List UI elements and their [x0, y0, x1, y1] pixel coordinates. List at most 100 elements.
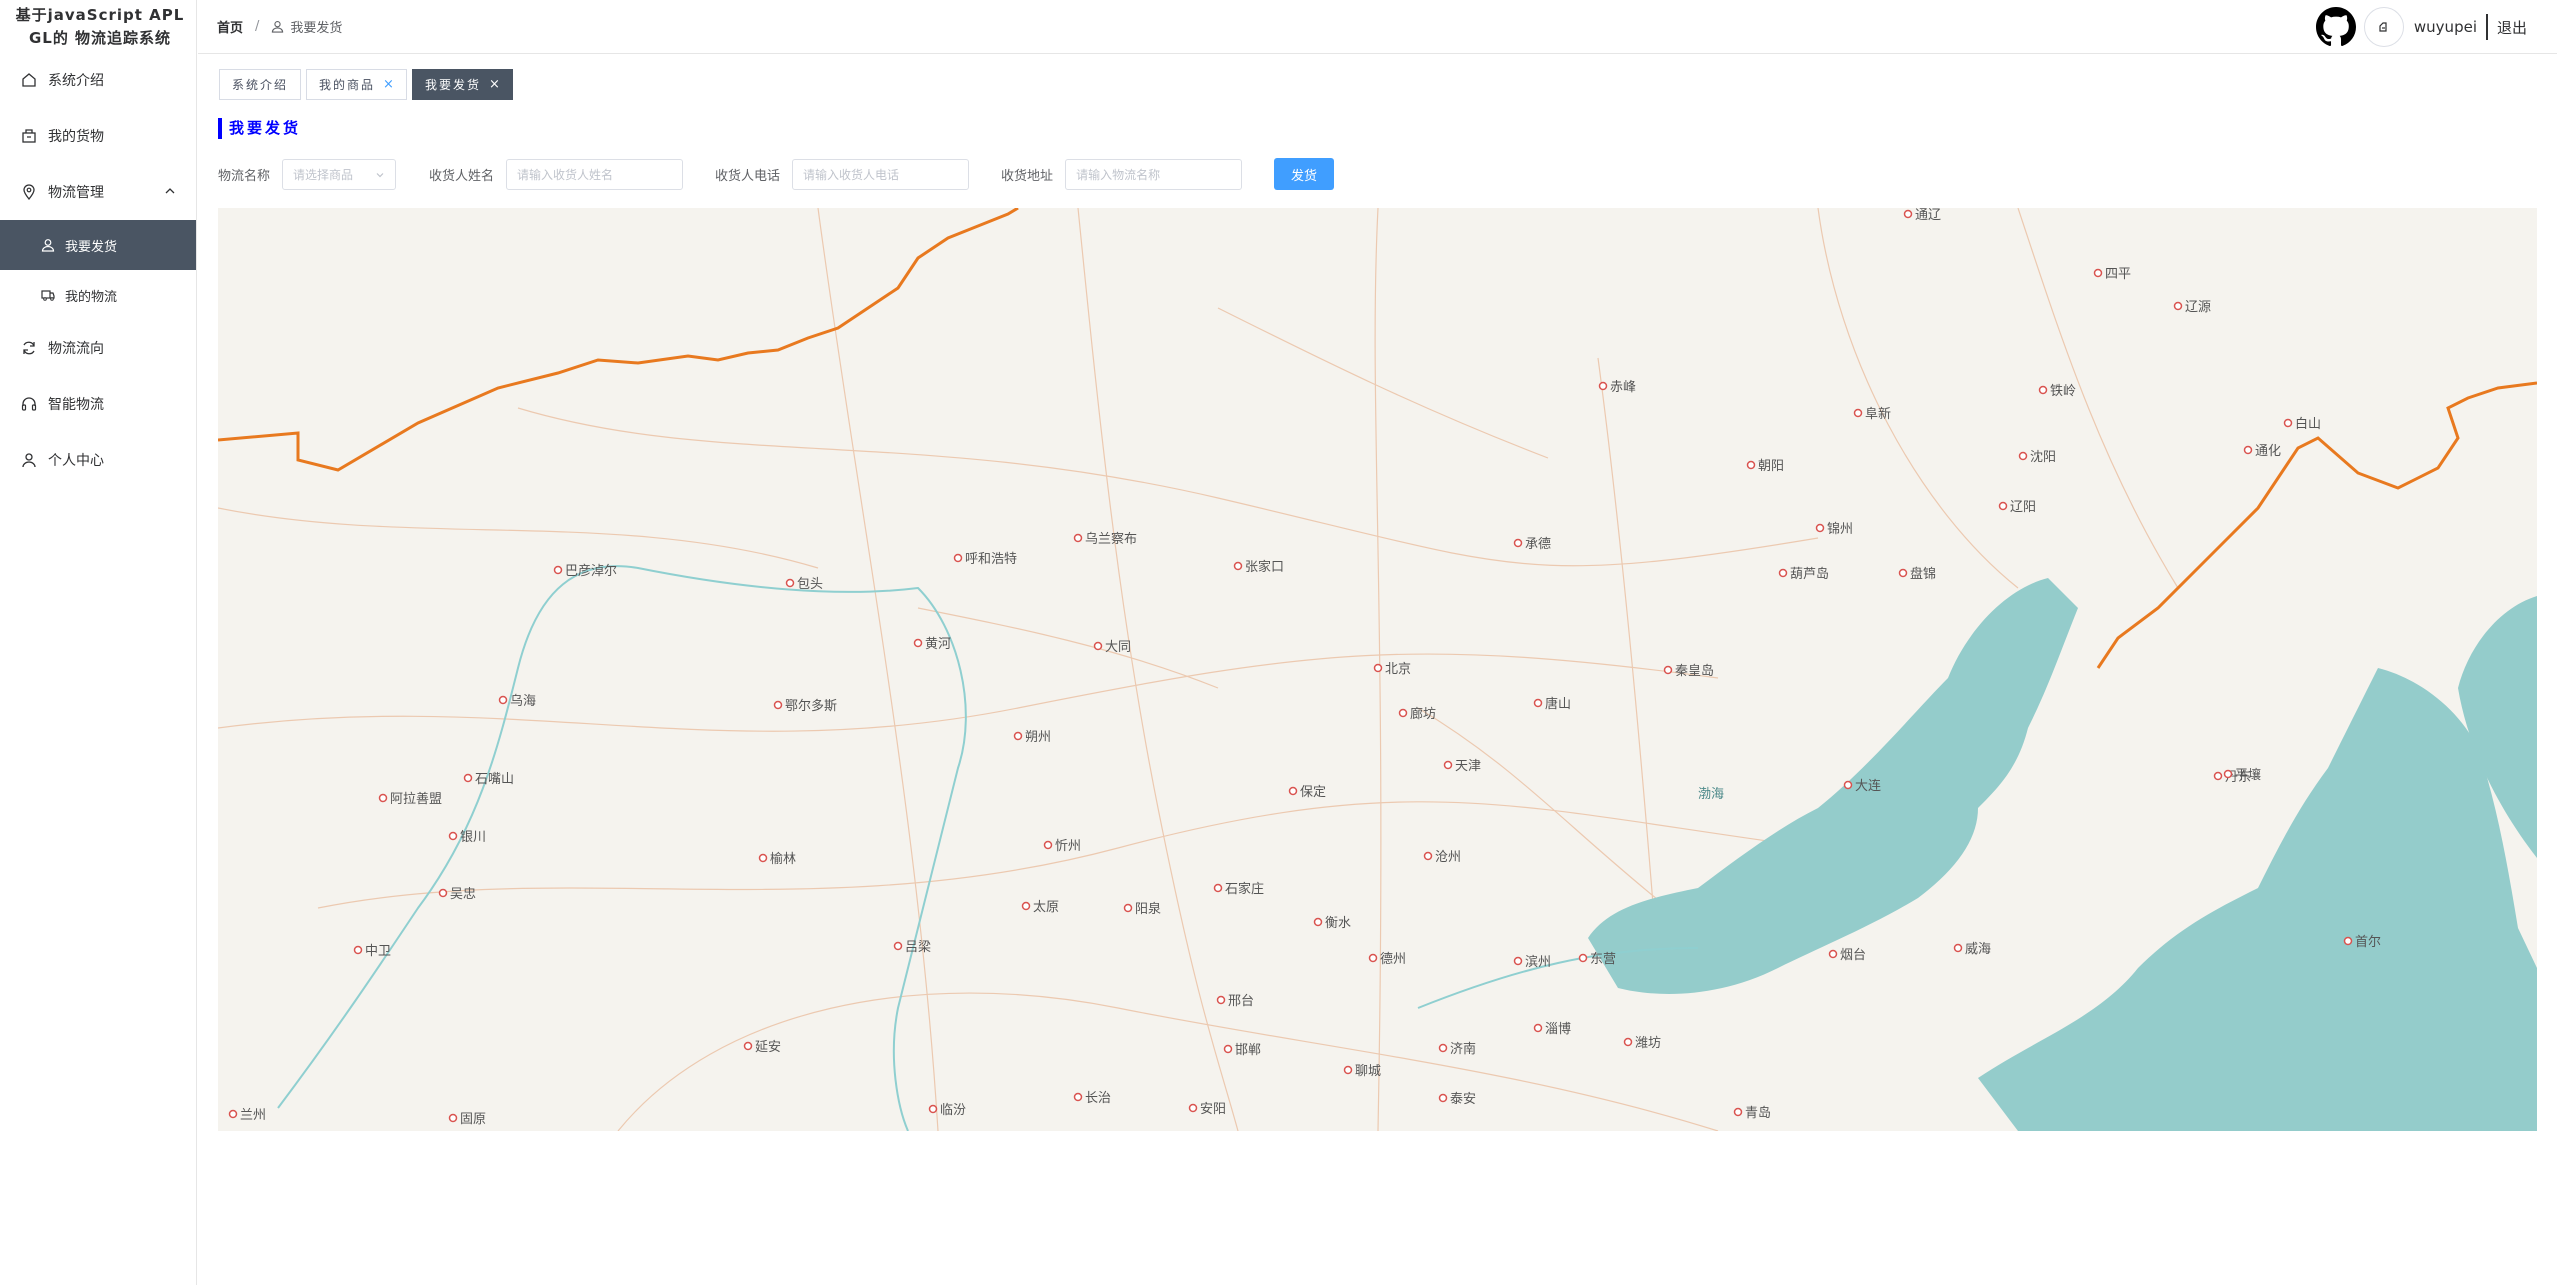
- city-dot: [353, 945, 363, 955]
- sidebar-item-label: 智能物流: [48, 397, 104, 413]
- city-dot: [785, 578, 795, 588]
- city-label: 长治: [1085, 1091, 1111, 1106]
- truck-icon: [40, 287, 56, 303]
- city-label: 葫芦岛: [1790, 566, 1829, 582]
- city-label: 阜新: [1865, 406, 1891, 422]
- tab-my-goods[interactable]: 我的商品 ×: [306, 69, 407, 100]
- city-dot: [1513, 538, 1523, 548]
- sidebar-item-personal-center[interactable]: 个人中心: [0, 432, 196, 488]
- city-label: 淄博: [1545, 1022, 1571, 1037]
- breadcrumb-home[interactable]: 首页: [217, 17, 243, 36]
- city-dot: [1438, 1093, 1448, 1103]
- logout-button[interactable]: 退出: [2497, 17, 2527, 38]
- tab-system-intro[interactable]: 系统介绍: [219, 69, 302, 100]
- github-icon[interactable]: [2315, 7, 2356, 47]
- city-label: 盘锦: [1910, 566, 1936, 582]
- city-label: 阿拉善盟: [390, 791, 442, 807]
- city-label: 延安: [755, 1040, 781, 1055]
- city-dot: [1533, 698, 1543, 708]
- city-dot: [1043, 840, 1053, 850]
- city-dot: [378, 793, 388, 803]
- city-dot: [1188, 1103, 1198, 1113]
- city-label: 泰安: [1450, 1092, 1476, 1107]
- app-root: 基于javaScript APL GL的 物流追踪系统 系统介绍 我的货物 物流…: [0, 0, 2557, 1285]
- city-dot: [2223, 769, 2233, 779]
- app-logo-title: 基于javaScript APL GL的 物流追踪系统: [0, 0, 196, 52]
- city-label: 朔州: [1025, 730, 1051, 745]
- tab-ship[interactable]: 我要发货 ×: [411, 69, 513, 100]
- city-dot: [1998, 501, 2008, 511]
- city-label: 天津: [1455, 759, 1481, 774]
- city-dot: [1288, 786, 1298, 796]
- city-label: 潍坊: [1635, 1036, 1661, 1051]
- city-dot: [1903, 209, 1913, 219]
- sidebar-subitem-label: 我要发货: [65, 239, 118, 255]
- city-dot: [2018, 451, 2028, 461]
- receiver-phone-label: 收货人电话: [715, 168, 781, 184]
- user-icon: [272, 21, 284, 33]
- close-icon[interactable]: ×: [489, 77, 500, 92]
- sidebar-item-logistics-management[interactable]: 物流管理: [0, 164, 196, 220]
- sidebar-item-label: 个人中心: [48, 453, 104, 469]
- city-label: 承德: [1525, 537, 1551, 552]
- city-dot: [1216, 995, 1226, 1005]
- location-icon: [20, 183, 38, 201]
- receiver-name-input[interactable]: 请输入收货人姓名: [506, 158, 684, 190]
- header-user-area: wuyupei 退出: [2315, 0, 2527, 54]
- address-input[interactable]: 请输入物流名称: [1065, 158, 1243, 190]
- city-label: 鄂尔多斯: [785, 698, 837, 714]
- sidebar-subitem-ship[interactable]: 我要发货: [0, 220, 196, 270]
- city-label: 太原: [1033, 900, 1059, 915]
- sidebar-item-logistics-flow[interactable]: 物流流向: [0, 320, 196, 376]
- city-label: 白山: [2295, 416, 2321, 432]
- city-label: 中卫: [365, 944, 391, 959]
- city-label: 巴彦淖尔: [565, 563, 617, 579]
- city-dot: [1233, 561, 1243, 571]
- sidebar-item-my-goods[interactable]: 我的货物: [0, 108, 196, 164]
- city-label: 通辽: [1915, 208, 1941, 223]
- logistics-map[interactable]: 渤海 通辽 四平 辽源 赤峰 阜新 铁岭 白山 通化 沈阳 朝阳 辽阳 锦州 葫芦岛 盘锦 承德 乌兰察布 呼和…: [218, 208, 2537, 1131]
- city-dot: [2343, 936, 2353, 946]
- city-label: 乌海: [510, 693, 536, 709]
- sidebar-item-intro[interactable]: 系统介绍: [0, 52, 196, 108]
- ship-button[interactable]: 发货: [1274, 158, 1335, 190]
- city-dot: [1533, 1023, 1543, 1033]
- receiver-phone-input[interactable]: 请输入收货人电话: [792, 158, 970, 190]
- city-dot: [1073, 533, 1083, 543]
- water-label-bohai: 渤海: [1698, 786, 1724, 802]
- top-header: 首页 / 我要发货 wuyupei 退出: [198, 0, 2557, 54]
- city-label: 秦皇岛: [1675, 663, 1714, 679]
- city-label: 呼和浩特: [965, 552, 1017, 567]
- city-dot: [1123, 903, 1133, 913]
- city-dot: [228, 1109, 238, 1119]
- broken-image-icon: [2379, 22, 2387, 32]
- city-dot: [893, 941, 903, 951]
- city-label: 赤峰: [1610, 380, 1636, 395]
- sidebar-subitem-my-logistics[interactable]: 我的物流: [0, 270, 196, 320]
- city-label: 石家庄: [1225, 881, 1264, 897]
- city-label: 辽阳: [2010, 500, 2036, 515]
- city-dot: [448, 1113, 458, 1123]
- avatar[interactable]: [2363, 7, 2404, 47]
- city-dot: [463, 773, 473, 783]
- city-dot: [1953, 943, 1963, 953]
- close-icon[interactable]: ×: [383, 77, 394, 92]
- city-dot: [913, 638, 923, 648]
- city-dot: [2038, 385, 2048, 395]
- city-label: 朝阳: [1758, 459, 1784, 474]
- city-dot: [1013, 731, 1023, 741]
- city-label: 沧州: [1435, 849, 1461, 865]
- city-dot: [953, 553, 963, 563]
- sidebar-item-smart-logistics[interactable]: 智能物流: [0, 376, 196, 432]
- tags-view: 系统介绍 我的商品 × 我要发货 ×: [219, 69, 518, 100]
- breadcrumb-separator: /: [255, 19, 260, 34]
- city-label: 包头: [797, 577, 823, 592]
- tab-label: 我要发货: [424, 78, 481, 92]
- city-dot: [1843, 780, 1853, 790]
- goods-select[interactable]: 请选择商品: [282, 158, 397, 190]
- city-dot: [1746, 460, 1756, 470]
- city-dot: [1093, 641, 1103, 651]
- map-canvas[interactable]: 渤海 通辽四平辽源赤峰阜新 铁岭白山通化 沈阳朝阳辽阳锦州葫芦岛 盘锦 承德 乌兰察布呼和…: [218, 208, 2537, 1131]
- city-dot: [1223, 1044, 1233, 1054]
- username[interactable]: wuyupei: [2414, 18, 2477, 36]
